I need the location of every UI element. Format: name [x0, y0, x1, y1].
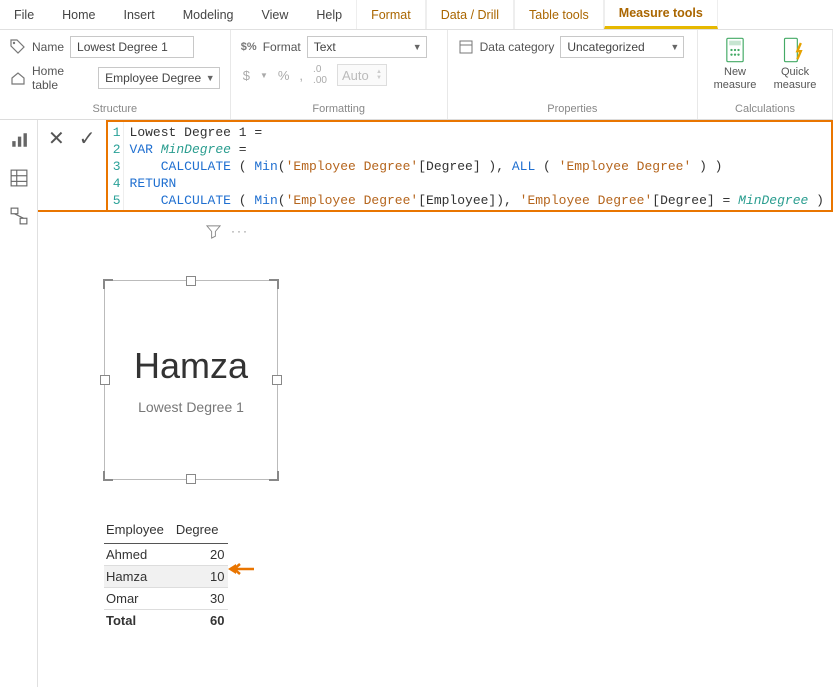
- percent-button[interactable]: %: [278, 68, 290, 83]
- commit-formula-button[interactable]: ✓: [79, 126, 96, 151]
- menu-data-drill[interactable]: Data / Drill: [426, 0, 514, 29]
- group-label-properties: Properties: [458, 103, 687, 117]
- home-table-select[interactable]: Employee Degree ▼: [98, 67, 220, 89]
- format-symbol-row: $ ▼ % , .0.00 Auto ▲▼: [241, 64, 387, 86]
- cancel-formula-button[interactable]: ✕: [48, 126, 65, 151]
- home-table-label: Home table: [32, 64, 92, 92]
- resize-handle[interactable]: [186, 474, 196, 484]
- chevron-down-icon: ▼: [206, 73, 215, 83]
- category-icon: [458, 39, 474, 55]
- home-table-value: Employee Degree: [105, 71, 202, 85]
- card-visual[interactable]: Hamza Lowest Degree 1: [104, 280, 278, 480]
- chevron-down-icon: ▼: [413, 42, 422, 52]
- menu-format[interactable]: Format: [356, 0, 426, 29]
- category-label: Data category: [480, 40, 555, 54]
- menu-help[interactable]: Help: [302, 0, 356, 29]
- resize-handle[interactable]: [103, 279, 113, 289]
- table-row[interactable]: Ahmed20: [104, 544, 228, 566]
- decimals-stepper[interactable]: Auto ▲▼: [337, 64, 387, 86]
- column-header[interactable]: Employee: [104, 518, 174, 544]
- ribbon-group-properties: Data category Uncategorized ▼ Properties: [448, 30, 698, 119]
- data-view-tab[interactable]: [9, 168, 29, 188]
- name-label: Name: [32, 40, 64, 54]
- filter-icon[interactable]: [206, 224, 221, 242]
- decimals-icon: .0.00: [313, 64, 327, 86]
- view-switcher: [0, 120, 38, 687]
- data-table: EmployeeDegree Ahmed20Hamza10Omar30Total…: [104, 518, 228, 631]
- more-icon[interactable]: ···: [231, 224, 249, 242]
- format-label: Format: [263, 40, 301, 54]
- table-row[interactable]: Omar30: [104, 588, 228, 610]
- format-select[interactable]: Text ▼: [307, 36, 427, 58]
- menu-bar: FileHomeInsertModelingViewHelpFormatData…: [0, 0, 833, 30]
- menu-file[interactable]: File: [0, 0, 48, 29]
- new-measure-label: New measure: [708, 66, 762, 91]
- resize-handle[interactable]: [103, 471, 113, 481]
- resize-handle[interactable]: [269, 279, 279, 289]
- table-total-row: Total60: [104, 610, 228, 632]
- thousands-button[interactable]: ,: [299, 68, 303, 83]
- tag-icon: [10, 39, 26, 55]
- model-view-tab[interactable]: [9, 206, 29, 226]
- ribbon-group-formatting: $% Format Text ▼ $ ▼ % , .0.00 Auto ▲▼: [231, 30, 448, 119]
- report-view-tab[interactable]: [9, 130, 29, 150]
- format-value: Text: [314, 40, 409, 54]
- group-label-structure: Structure: [10, 103, 220, 117]
- dax-code[interactable]: Lowest Degree 1 = VAR MinDegree = CALCUL…: [124, 122, 830, 210]
- home-icon: [10, 70, 26, 86]
- category-value: Uncategorized: [567, 40, 666, 54]
- line-gutter: 1 2 3 4 5: [108, 122, 124, 210]
- group-label-calculations: Calculations: [708, 103, 822, 117]
- report-canvas[interactable]: ✕ ✓ 1 2 3 4 5 Lowest Degree 1 = VAR MinD…: [38, 120, 833, 687]
- resize-handle[interactable]: [272, 375, 282, 385]
- menu-insert[interactable]: Insert: [110, 0, 169, 29]
- measure-name-value: Lowest Degree 1: [77, 40, 168, 54]
- menu-home[interactable]: Home: [48, 0, 109, 29]
- menu-view[interactable]: View: [248, 0, 303, 29]
- dax-editor[interactable]: 1 2 3 4 5 Lowest Degree 1 = VAR MinDegre…: [106, 120, 833, 210]
- format-icon: $%: [241, 39, 257, 55]
- new-measure-button[interactable]: New measure: [708, 36, 762, 91]
- visual-header: ···: [206, 224, 249, 242]
- resize-handle[interactable]: [186, 276, 196, 286]
- chevron-down-icon[interactable]: ▼: [260, 71, 268, 80]
- resize-handle[interactable]: [100, 375, 110, 385]
- resize-handle[interactable]: [269, 471, 279, 481]
- decimals-value: Auto: [342, 68, 372, 83]
- measure-name-input[interactable]: Lowest Degree 1: [70, 36, 194, 58]
- ribbon-group-structure: Name Lowest Degree 1 Home table Employee…: [0, 30, 231, 119]
- column-header[interactable]: Degree: [174, 518, 229, 544]
- visual-area: ··· Hamza Lowest Degree 1 EmployeeDegree…: [38, 212, 833, 631]
- quick-measure-label: Quick measure: [768, 66, 822, 91]
- quick-measure-button[interactable]: Quick measure: [768, 36, 822, 91]
- ribbon-group-calculations: New measure Quick measure Calculations: [698, 30, 833, 119]
- table-row[interactable]: Hamza10: [104, 566, 228, 588]
- calculator-icon: [721, 36, 749, 64]
- formula-bar: ✕ ✓ 1 2 3 4 5 Lowest Degree 1 = VAR MinD…: [38, 120, 833, 212]
- quick-measure-icon: [781, 36, 809, 64]
- card-value: Hamza: [134, 345, 248, 387]
- ribbon: Name Lowest Degree 1 Home table Employee…: [0, 30, 833, 120]
- card-label: Lowest Degree 1: [138, 399, 244, 415]
- currency-button[interactable]: $: [243, 68, 250, 83]
- category-select[interactable]: Uncategorized ▼: [560, 36, 684, 58]
- group-label-formatting: Formatting: [241, 103, 437, 117]
- menu-table-tools[interactable]: Table tools: [514, 0, 604, 29]
- main-area: ✕ ✓ 1 2 3 4 5 Lowest Degree 1 = VAR MinD…: [0, 120, 833, 687]
- chevron-down-icon: ▼: [670, 42, 679, 52]
- menu-measure-tools[interactable]: Measure tools: [604, 0, 718, 29]
- menu-modeling[interactable]: Modeling: [169, 0, 248, 29]
- annotation-arrow: [226, 562, 256, 576]
